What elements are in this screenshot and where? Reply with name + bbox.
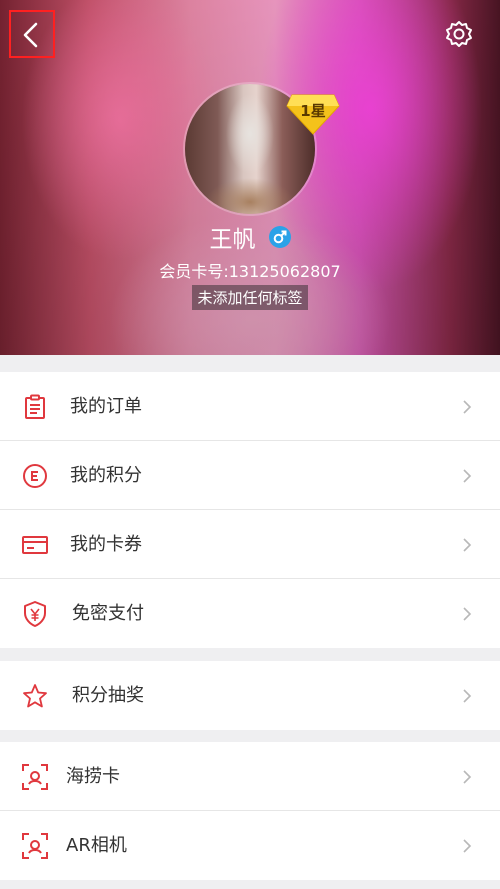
- points-icon: [23, 464, 47, 488]
- menu-item-my-orders[interactable]: 我的订单: [0, 372, 500, 441]
- star-icon: [23, 684, 47, 708]
- menu-item-label: 我的订单: [70, 396, 142, 417]
- star-level-text: 1星: [300, 102, 326, 120]
- gear-icon: [446, 21, 472, 47]
- menu-item-ar-camera[interactable]: AR相机: [0, 811, 500, 880]
- chevron-right-icon: [463, 839, 472, 853]
- menu-item-hailao-card[interactable]: 海捞卡: [0, 742, 500, 811]
- menu-item-label: 我的卡券: [70, 534, 142, 555]
- menu-item-label: 免密支付: [72, 603, 144, 624]
- menu-group-tools: 海捞卡 AR相机: [0, 742, 500, 880]
- scan-card-icon: [22, 764, 48, 790]
- settings-button[interactable]: [443, 19, 475, 51]
- chevron-right-icon: [463, 689, 472, 703]
- menu-item-label: 积分抽奖: [72, 685, 144, 706]
- chevron-right-icon: [463, 400, 472, 414]
- chevron-left-icon: [23, 22, 38, 48]
- chevron-right-icon: [463, 469, 472, 483]
- shield-yen-icon: [24, 601, 46, 627]
- back-button[interactable]: [9, 10, 55, 58]
- member-card-number: 会员卡号:13125062807: [159, 262, 341, 281]
- menu-item-my-coupons[interactable]: 我的卡券: [0, 510, 500, 579]
- menu-group-account: 我的订单 我的积分 我的卡券 免密支付: [0, 372, 500, 648]
- chevron-right-icon: [463, 538, 472, 552]
- card-coupon-icon: [22, 536, 48, 554]
- menu-item-password-free-pay[interactable]: 免密支付: [0, 579, 500, 648]
- user-tag[interactable]: 未添加任何标签: [192, 285, 308, 310]
- menu-item-my-points[interactable]: 我的积分: [0, 441, 500, 510]
- menu-item-label: 海捞卡: [66, 766, 120, 787]
- ar-camera-icon: [22, 833, 48, 859]
- menu-group-lottery: 积分抽奖: [0, 661, 500, 730]
- male-icon: [268, 226, 291, 248]
- user-name: 王帆: [209, 227, 256, 253]
- chevron-right-icon: [463, 770, 472, 784]
- chevron-right-icon: [463, 607, 472, 621]
- menu-item-label: AR相机: [66, 835, 127, 856]
- menu-item-label: 我的积分: [70, 465, 142, 486]
- order-list-icon: [25, 394, 45, 419]
- menu-item-points-lottery[interactable]: 积分抽奖: [0, 661, 500, 730]
